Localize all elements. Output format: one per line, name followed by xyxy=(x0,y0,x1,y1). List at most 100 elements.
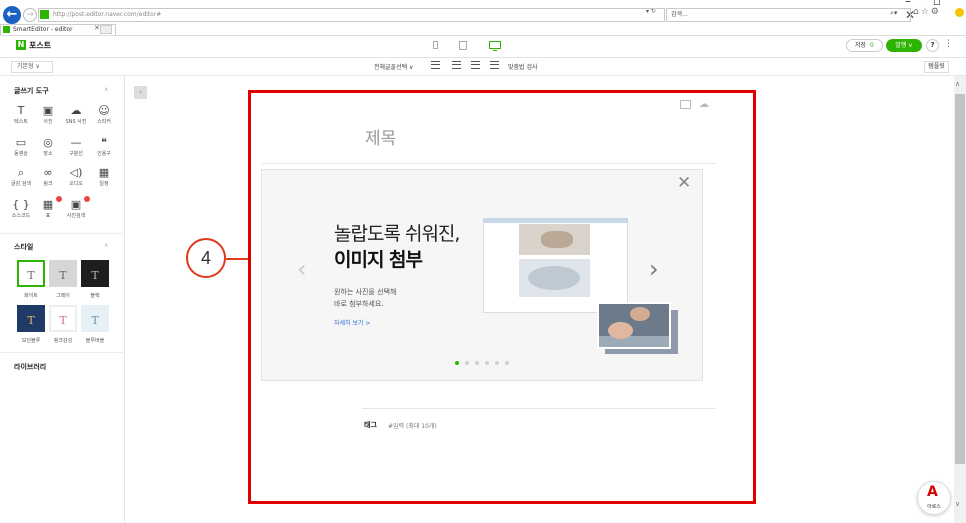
font-select[interactable]: 전체글꼴선택 ∨ xyxy=(374,62,413,71)
tool-divider[interactable]: — 구분선 xyxy=(66,136,86,157)
tool-table[interactable]: ▦ 표 xyxy=(38,198,58,219)
quote-icon: ❝ xyxy=(101,136,107,149)
align-center-icon[interactable] xyxy=(452,61,461,69)
calendar-icon: ▦ xyxy=(98,166,110,179)
tool-place[interactable]: ◎ 장소 xyxy=(38,136,58,157)
search-icon[interactable]: ⌕▾ xyxy=(890,9,897,18)
tool-schedule[interactable]: ▦ 일정 xyxy=(94,166,114,187)
browser-search-input[interactable]: 검색... xyxy=(666,8,911,22)
annotation-highlight-box xyxy=(248,90,756,504)
tool-label: 텍스트 xyxy=(14,119,28,125)
tool-label: 일정 xyxy=(99,181,109,187)
tablet-preview-icon[interactable] xyxy=(459,41,467,50)
tool-label: 표 xyxy=(45,213,51,219)
tool-sticker[interactable]: ☺ 스티커 xyxy=(94,104,114,125)
forward-button[interactable]: → xyxy=(23,8,37,22)
style-blue-bubble[interactable]: T xyxy=(81,305,109,332)
browser-toolbar-icons[interactable]: ⌂☆⚙ xyxy=(913,7,941,17)
divider xyxy=(0,352,125,353)
publish-button[interactable]: 발행 ∨ xyxy=(886,39,922,52)
code-braces-icon: { } xyxy=(12,198,30,211)
feedback-smiley-icon[interactable] xyxy=(955,8,964,17)
tool-label: 장소 xyxy=(43,151,53,157)
style-label: 모던블루 xyxy=(21,338,41,344)
cloud-icon: ☁ xyxy=(70,104,82,117)
divider xyxy=(0,57,966,58)
style-label: 블랙 xyxy=(90,293,100,299)
tool-label: 사진검색 xyxy=(66,213,86,219)
photo-search-icon: ▣ xyxy=(70,198,82,211)
tool-photo-search[interactable]: ▣ 사진검색 xyxy=(66,198,86,219)
tab-close-icon[interactable]: ✕ xyxy=(94,24,100,32)
align-right-icon[interactable] xyxy=(471,61,480,69)
align-left-icon[interactable] xyxy=(431,61,440,69)
photo-icon: ▣ xyxy=(42,104,54,117)
fab-label: 아로스 xyxy=(927,504,941,510)
divider xyxy=(0,75,966,76)
template-button[interactable]: 템플릿 xyxy=(924,61,949,73)
tool-label: 스티커 xyxy=(97,119,111,125)
divider xyxy=(0,233,125,234)
audio-icon: ◁) xyxy=(69,166,83,179)
new-tab-button[interactable] xyxy=(100,25,112,34)
save-button[interactable]: 저장 0 xyxy=(846,39,883,52)
tab-favicon-icon xyxy=(3,26,10,33)
refresh-icon[interactable]: ▾ ↻ xyxy=(646,8,656,15)
collapse-chevron-icon[interactable]: ∧ xyxy=(104,242,108,249)
paragraph-style-select[interactable]: 기본형 ∨ xyxy=(11,61,53,73)
annotation-connector xyxy=(226,258,248,260)
save-count: 0 xyxy=(870,42,874,49)
style-white[interactable]: T xyxy=(17,260,45,287)
scroll-down-icon[interactable]: ∨ xyxy=(955,500,960,508)
back-button[interactable]: ← xyxy=(3,6,21,24)
mobile-preview-icon[interactable] xyxy=(433,41,438,49)
text-icon: T xyxy=(17,104,25,117)
naver-logo-icon[interactable]: N xyxy=(16,40,26,50)
help-button[interactable]: ? xyxy=(926,39,939,52)
divider-line-icon: — xyxy=(70,136,82,149)
table-icon: ▦ xyxy=(42,198,54,211)
style-label: 블루버블 xyxy=(85,338,105,344)
app-logo-icon: A xyxy=(927,484,938,500)
spell-check-button[interactable]: 맞춤법 검사 xyxy=(508,62,538,71)
tool-label: 오디오 xyxy=(69,181,83,187)
tool-link[interactable]: ∞ 링크 xyxy=(38,166,58,187)
tool-quote[interactable]: ❝ 인용구 xyxy=(94,136,114,157)
tool-label: 사진 xyxy=(43,119,53,125)
scroll-up-icon[interactable]: ∧ xyxy=(955,80,960,88)
library-title[interactable]: 라이브러리 xyxy=(14,362,46,372)
style-black[interactable]: T xyxy=(81,260,109,287)
tool-sns-photo[interactable]: ☁ SNS 사진 xyxy=(66,104,87,125)
tool-label: 구분선 xyxy=(69,151,83,157)
tool-audio[interactable]: ◁) 오디오 xyxy=(66,166,86,187)
address-bar[interactable]: http://post.editor.naver.com/editor# xyxy=(38,8,665,22)
style-pink[interactable]: T xyxy=(49,305,77,332)
map-pin-icon: ◎ xyxy=(43,136,53,149)
sidebar-collapse-button[interactable]: ‹ xyxy=(134,86,147,99)
pc-preview-icon[interactable] xyxy=(489,41,501,49)
align-justify-icon[interactable] xyxy=(490,61,499,69)
more-menu-icon[interactable]: ⋮ xyxy=(944,39,953,49)
scrollbar-thumb[interactable] xyxy=(955,94,965,464)
tool-source-code[interactable]: { } 소스코드 xyxy=(11,198,31,219)
link-icon: ∞ xyxy=(43,166,53,179)
style-label: 그레이 xyxy=(56,293,70,299)
sticker-icon: ☺ xyxy=(98,104,110,117)
tool-photo[interactable]: ▣ 사진 xyxy=(38,104,58,125)
style-label: 핑크감성 xyxy=(53,338,73,344)
service-name[interactable]: 포스트 xyxy=(29,40,51,51)
divider xyxy=(0,35,966,36)
tool-label: 링크 xyxy=(43,181,53,187)
new-badge-icon xyxy=(84,196,90,202)
style-label: 화이트 xyxy=(24,293,38,299)
style-gray[interactable]: T xyxy=(49,260,77,287)
pc-stand-icon xyxy=(493,50,497,51)
tool-text[interactable]: T 텍스트 xyxy=(11,104,31,125)
tool-video[interactable]: ▭ 동영상 xyxy=(11,136,31,157)
style-section-title: 스타일 xyxy=(14,243,34,251)
collapse-chevron-icon[interactable]: ∧ xyxy=(104,86,108,93)
video-icon: ▭ xyxy=(15,136,27,149)
tool-label: 소스코드 xyxy=(11,213,31,219)
tool-content-search[interactable]: ⌕ 글감 검색 xyxy=(11,166,31,187)
style-modern-blue[interactable]: T xyxy=(17,305,45,332)
